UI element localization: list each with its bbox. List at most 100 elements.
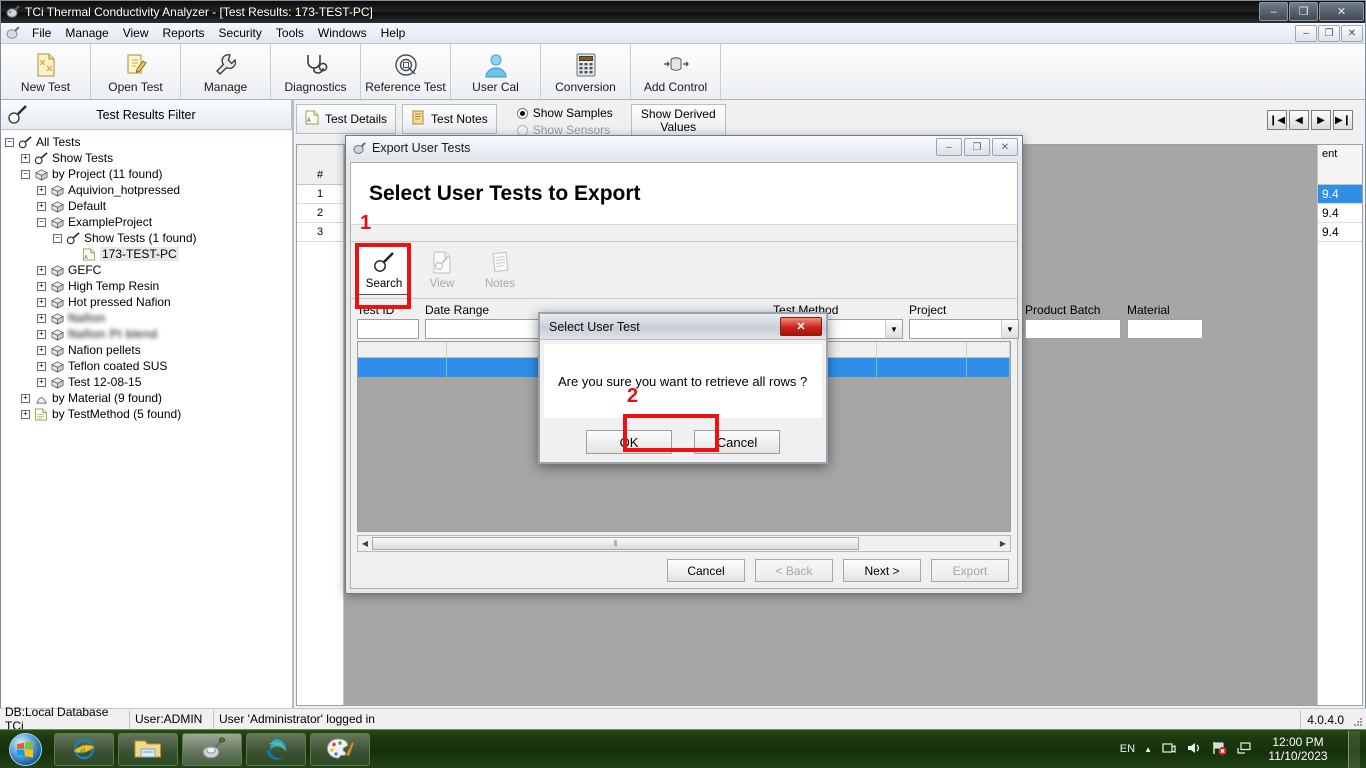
toolbar-button-conversion[interactable]: Conversion bbox=[541, 44, 631, 99]
mdi-minimize-button[interactable]: – bbox=[1295, 25, 1317, 42]
tree-node[interactable]: − Show Tests (1 found) bbox=[5, 230, 292, 246]
radio-show-samples[interactable]: Show Samples bbox=[516, 106, 613, 120]
expand-icon[interactable]: + bbox=[37, 185, 46, 195]
grid-row-number[interactable]: 3 bbox=[297, 223, 343, 242]
expand-icon[interactable]: + bbox=[21, 409, 30, 419]
expand-icon[interactable]: + bbox=[37, 377, 46, 387]
tree-node[interactable]: + GEFC bbox=[5, 262, 292, 278]
tree-node[interactable]: + High Temp Resin bbox=[5, 278, 292, 294]
expand-icon[interactable]: + bbox=[37, 201, 46, 211]
network-icon[interactable] bbox=[1236, 740, 1252, 759]
grid-row-number[interactable]: 2 bbox=[297, 204, 343, 223]
menu-item-manage[interactable]: Manage bbox=[58, 24, 115, 42]
menu-item-file[interactable]: File bbox=[25, 24, 58, 42]
menu-item-security[interactable]: Security bbox=[212, 24, 269, 42]
messagebox-close-button[interactable]: ✕ bbox=[780, 317, 822, 336]
nav-last-button[interactable]: ▶❙ bbox=[1333, 110, 1353, 130]
tree-node[interactable]: + Nafion bbox=[5, 310, 292, 326]
cancel-button[interactable]: Cancel bbox=[667, 559, 745, 582]
menu-item-tools[interactable]: Tools bbox=[269, 24, 311, 42]
grid-horizontal-scrollbar[interactable]: ◀ ⦀ ▶ bbox=[357, 535, 1011, 552]
collapse-icon[interactable]: − bbox=[37, 217, 46, 227]
scroll-left-arrow-icon[interactable]: ◀ bbox=[358, 539, 372, 548]
search-button[interactable]: Search bbox=[357, 245, 411, 295]
volume-icon[interactable] bbox=[1186, 740, 1202, 759]
toolbar-button-user-cal[interactable]: User Cal bbox=[451, 44, 541, 99]
material-input[interactable] bbox=[1127, 319, 1204, 339]
filter-tree[interactable]: − All Tests + Show Tests − by Project (11 fou… bbox=[1, 130, 292, 728]
chevron-down-icon[interactable]: ▼ bbox=[1001, 320, 1019, 338]
restore-button[interactable]: ❐ bbox=[1289, 2, 1318, 21]
tree-node[interactable]: − ExampleProject bbox=[5, 214, 292, 230]
grid-cell-value[interactable]: 9.4 bbox=[1318, 204, 1362, 223]
tab-test-notes[interactable]: Test Notes bbox=[402, 104, 497, 134]
minimize-button[interactable]: – bbox=[1259, 2, 1288, 21]
expand-icon[interactable]: + bbox=[21, 393, 30, 403]
tree-node[interactable]: A 173-TEST-PC bbox=[5, 246, 292, 262]
menu-item-reports[interactable]: Reports bbox=[156, 24, 212, 42]
tree-node[interactable]: + Default bbox=[5, 198, 292, 214]
taskbar-clock[interactable]: 12:00 PM 11/10/2023 bbox=[1261, 735, 1335, 763]
scrollbar-thumb[interactable]: ⦀ bbox=[372, 537, 859, 550]
mdi-close-button[interactable]: ✕ bbox=[1341, 25, 1363, 42]
tray-language[interactable]: EN bbox=[1120, 743, 1135, 755]
tree-node[interactable]: + Aquivion_hotpressed bbox=[5, 182, 292, 198]
ok-button[interactable]: OK bbox=[586, 430, 672, 454]
grid-cell-value[interactable]: 9.4 bbox=[1318, 185, 1362, 204]
start-button[interactable] bbox=[0, 731, 50, 768]
resize-grip-icon[interactable] bbox=[1352, 716, 1364, 728]
tree-node[interactable]: + Test 12-08-15 bbox=[5, 374, 292, 390]
product-batch-input[interactable] bbox=[1025, 319, 1122, 339]
collapse-icon[interactable]: − bbox=[5, 137, 14, 147]
nav-first-button[interactable]: ❙◀ bbox=[1267, 110, 1287, 130]
flag-error-icon[interactable] bbox=[1211, 740, 1227, 759]
scroll-right-arrow-icon[interactable]: ▶ bbox=[996, 539, 1010, 548]
toolbar-button-add-control[interactable]: Add Control bbox=[631, 44, 721, 99]
export-minimize-button[interactable]: – bbox=[936, 138, 962, 156]
project-combo[interactable]: ▼ bbox=[909, 319, 1020, 339]
export-close-button[interactable]: ✕ bbox=[992, 138, 1018, 156]
action-center-icon[interactable] bbox=[1161, 740, 1177, 759]
grid-row-number[interactable]: 1 bbox=[297, 185, 343, 204]
tree-node[interactable]: + by TestMethod (5 found) bbox=[5, 406, 292, 422]
tree-node[interactable]: + Hot pressed Nafion bbox=[5, 294, 292, 310]
expand-icon[interactable]: + bbox=[37, 297, 46, 307]
tree-node[interactable]: − by Project (11 found) bbox=[5, 166, 292, 182]
test-id-input[interactable] bbox=[357, 319, 419, 339]
expand-icon[interactable]: + bbox=[37, 313, 46, 323]
expand-icon[interactable]: + bbox=[37, 265, 46, 275]
taskbar-item-internet-explorer[interactable]: e bbox=[54, 732, 114, 766]
close-button[interactable]: ✕ bbox=[1319, 2, 1364, 21]
expand-icon[interactable]: + bbox=[21, 153, 30, 163]
tree-node[interactable]: + by Material (9 found) bbox=[5, 390, 292, 406]
tree-node[interactable]: − All Tests bbox=[5, 134, 292, 150]
tree-node[interactable]: + Nafion pellets bbox=[5, 342, 292, 358]
tree-node[interactable]: + Nafion Pt blend bbox=[5, 326, 292, 342]
tree-node[interactable]: + Show Tests bbox=[5, 150, 292, 166]
taskbar-item-file-explorer[interactable] bbox=[118, 732, 178, 766]
nav-prev-button[interactable]: ◀ bbox=[1289, 110, 1309, 130]
next-button[interactable]: Next > bbox=[843, 559, 921, 582]
collapse-icon[interactable]: − bbox=[53, 233, 62, 243]
tray-show-hidden-icon[interactable]: ▲ bbox=[1144, 745, 1152, 754]
menu-item-view[interactable]: View bbox=[116, 24, 156, 42]
collapse-icon[interactable]: − bbox=[21, 169, 30, 179]
taskbar-item-paint[interactable] bbox=[310, 732, 370, 766]
tree-node[interactable]: + Teflon coated SUS bbox=[5, 358, 292, 374]
expand-icon[interactable]: + bbox=[37, 329, 46, 339]
toolbar-button-reference-test[interactable]: Reference Test bbox=[361, 44, 451, 99]
taskbar-item-edge[interactable] bbox=[246, 732, 306, 766]
toolbar-button-new-test[interactable]: New Test bbox=[1, 44, 91, 99]
grid-cell-value[interactable]: 9.4 bbox=[1318, 223, 1362, 242]
chevron-down-icon[interactable]: ▼ bbox=[885, 320, 903, 338]
export-restore-button[interactable]: ❐ bbox=[964, 138, 990, 156]
mdi-restore-button[interactable]: ❐ bbox=[1318, 25, 1340, 42]
taskbar-item-tci-analyzer[interactable] bbox=[182, 732, 242, 766]
toolbar-button-open-test[interactable]: Open Test bbox=[91, 44, 181, 99]
menu-item-windows[interactable]: Windows bbox=[311, 24, 374, 42]
menu-item-help[interactable]: Help bbox=[374, 24, 413, 42]
nav-next-button[interactable]: ▶ bbox=[1311, 110, 1331, 130]
show-derived-values-button[interactable]: Show Derived Values bbox=[630, 104, 726, 138]
expand-icon[interactable]: + bbox=[37, 281, 46, 291]
cancel-button[interactable]: Cancel bbox=[694, 430, 780, 454]
